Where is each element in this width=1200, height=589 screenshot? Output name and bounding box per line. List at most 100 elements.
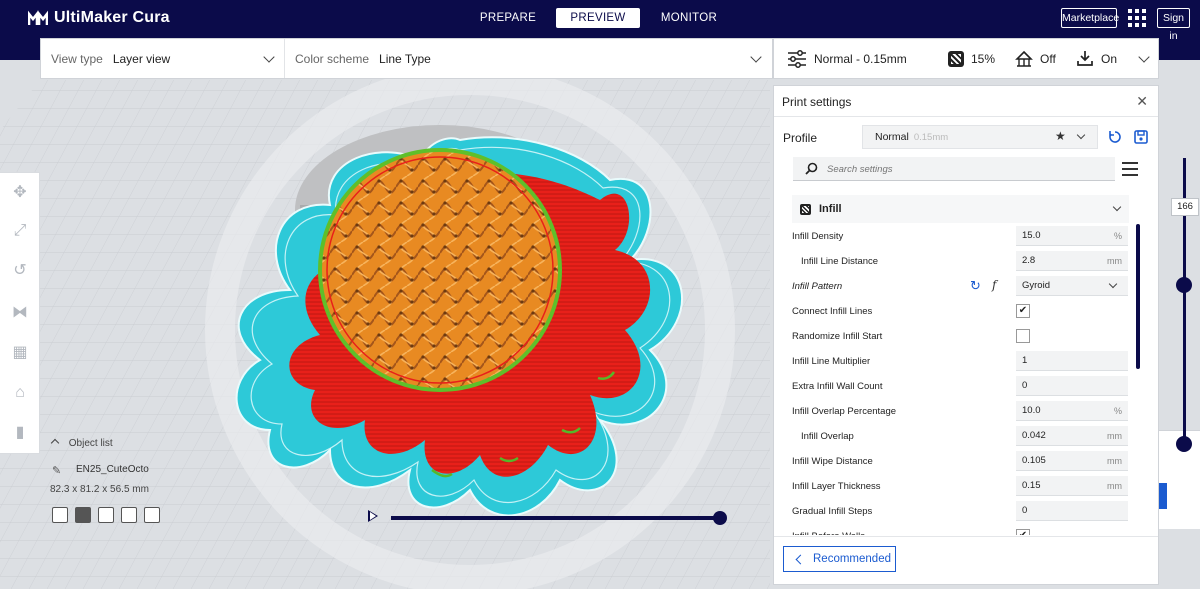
sign-in-button[interactable]: Sign in [1157,8,1190,42]
setting-label: Extra Infill Wall Count [792,381,883,392]
search-input[interactable] [827,161,1097,177]
setting-field[interactable]: 1 [1016,351,1128,371]
search-icon [805,162,818,175]
setting-unit: mm [1107,481,1122,491]
reset-icon[interactable] [1108,130,1122,144]
color-scheme-value: Line Type [379,51,431,66]
chevron-down-icon [1112,202,1122,212]
setting-row: Infill Wipe Distance 0.105 mm [792,449,1129,474]
path-slider-track[interactable] [391,516,721,520]
profile-summary[interactable]: Normal - 0.15mm [787,39,907,78]
adhesion-icon [1077,50,1093,66]
pencil-icon[interactable]: ✎ [52,464,61,477]
layer-slider-bottom-handle[interactable] [1176,436,1192,452]
menu-icon[interactable] [1122,162,1138,176]
chevron-down-icon[interactable] [1138,51,1150,63]
play-icon[interactable] [368,510,378,522]
setting-checkbox[interactable]: ✔ [1016,529,1030,535]
settings-search[interactable] [793,157,1115,181]
chevron-down-icon [263,51,275,63]
view-top-icon[interactable] [98,507,114,523]
rotate-tool-icon[interactable]: ↺ [10,261,30,281]
category-infill[interactable]: Infill [792,195,1129,223]
support-blocker-icon[interactable]: ⌂ [10,383,30,403]
layer-slider-top-handle[interactable] [1176,277,1192,293]
adhesion-summary[interactable]: On [1076,39,1117,78]
view-left-icon[interactable] [121,507,137,523]
print-settings-panel: Print settings ✕ Profile Normal 0.15mm ★… [773,85,1159,585]
tool-panel: ✥ ⤢ ↺ ⧓ ▦ ⌂ ▮ [0,172,40,454]
setting-row: Infill Line Distance 2.8 mm [792,249,1129,274]
support-icon [1015,50,1033,67]
setting-row: Infill Overlap 0.042 mm [792,424,1129,449]
adhesion-value: On [1101,51,1118,66]
tab-preview[interactable]: PREVIEW [556,8,640,28]
setting-value: 0.15 [1022,480,1041,491]
path-slider-handle[interactable] [713,511,727,525]
tab-prepare[interactable]: PREPARE [468,8,548,28]
star-icon[interactable]: ★ [1055,129,1066,143]
function-icon[interactable]: f [992,278,996,292]
app-title: UltiMaker Cura [54,9,170,26]
setting-row: Infill Line Multiplier 1 [792,349,1129,374]
view-type-selector[interactable]: View type Layer view [41,39,285,78]
setting-field[interactable]: 0 [1016,501,1128,521]
setting-field[interactable]: 15.0% [1016,226,1128,246]
apps-grid-icon[interactable] [1128,9,1146,27]
setting-field[interactable]: 2.8 mm [1016,251,1128,271]
recommended-button[interactable]: Recommended [783,546,896,572]
setting-label: Infill Density [792,231,844,242]
setting-field[interactable]: 10.0% [1016,401,1128,421]
setting-label: Infill Line Multiplier [792,356,871,367]
profile-selector[interactable]: Normal 0.15mm ★ [862,125,1098,149]
setting-label: Infill Overlap [801,431,854,442]
setting-checkbox[interactable] [1016,329,1030,343]
view-front-icon[interactable] [75,507,91,523]
object-list-header[interactable]: Object list [50,438,113,449]
move-tool-icon[interactable]: ✥ [10,183,30,203]
reset-icon[interactable]: ↻ [970,278,981,294]
settings-list: Infill Infill Density 15.0% Infill Line Di… [792,195,1129,535]
setting-value: 0.042 [1022,430,1046,441]
setting-field[interactable]: 0.15 mm [1016,476,1128,496]
setting-value: 0 [1022,505,1028,516]
slice-button-edge[interactable] [1159,483,1167,509]
object-list-label: Object list [68,438,113,449]
setting-value: 2.8 [1022,255,1036,266]
tab-monitor[interactable]: MONITOR [652,8,726,28]
cylinder-tool-icon[interactable]: ▮ [10,423,30,443]
mirror-tool-icon[interactable]: ⧓ [10,303,30,323]
save-icon[interactable] [1134,130,1148,144]
view-right-icon[interactable] [144,507,160,523]
setting-label: Infill Pattern [792,281,843,292]
recommended-label: Recommended [813,553,891,565]
setting-select[interactable]: Gyroid [1016,276,1128,296]
infill-summary[interactable]: 15% [948,39,995,78]
profile-name: Normal [875,131,909,143]
support-summary[interactable]: Off [1015,39,1056,78]
settings-sliders-icon [788,49,806,68]
infill-value: 15% [971,51,996,66]
per-model-settings-icon[interactable]: ▦ [10,343,30,363]
color-scheme-selector[interactable]: Color scheme Line Type [285,39,772,78]
camera-view-buttons [52,507,160,523]
view-3d-icon[interactable] [52,507,68,523]
setting-field[interactable]: 0.042 mm [1016,426,1128,446]
scale-tool-icon[interactable]: ⤢ [10,221,30,241]
chevron-down-icon [1108,279,1118,289]
infill-icon [948,50,964,67]
settings-scrollbar[interactable] [1136,224,1140,369]
setting-field[interactable]: 0.105 mm [1016,451,1128,471]
setting-unit: % [1113,231,1122,241]
setting-field[interactable]: 0 [1016,376,1128,396]
layer-number[interactable]: 166 [1171,198,1199,216]
marketplace-button[interactable]: Marketplace [1061,8,1119,28]
setting-label: Gradual Infill Steps [792,506,873,517]
view-type-value: Layer view [112,51,171,66]
object-name[interactable]: EN25_CuteOcto [76,464,149,475]
setting-checkbox[interactable]: ✔ [1016,304,1030,318]
panel-title: Print settings [782,95,852,109]
close-icon[interactable]: ✕ [1136,93,1148,110]
print-setup-bar[interactable]: Normal - 0.15mm 15% Off On [773,38,1159,79]
setting-unit: mm [1107,456,1122,466]
